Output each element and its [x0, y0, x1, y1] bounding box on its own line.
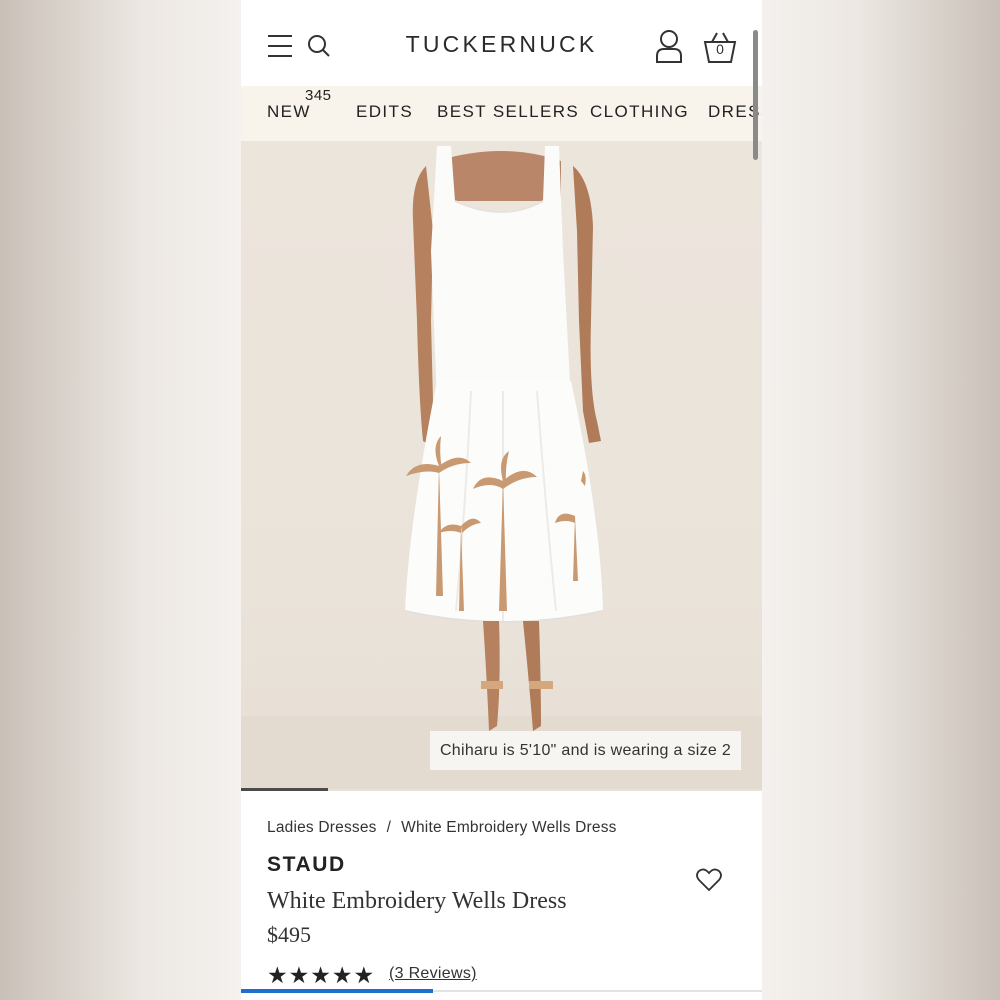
heart-icon[interactable]: [696, 868, 722, 892]
model-size-caption: Chiharu is 5'10" and is wearing a size 2: [430, 731, 741, 770]
nav-item-best-sellers[interactable]: BEST SELLERS: [437, 102, 579, 122]
nav-item-clothing[interactable]: CLOTHING: [590, 102, 689, 122]
product-photo: [241, 146, 762, 791]
product-page: TUCKERNUCK 0 NEW 345 EDITS BEST SELLERS …: [241, 0, 762, 1000]
scrollbar[interactable]: [753, 30, 758, 160]
product-name: White Embroidery Wells Dress: [267, 888, 567, 914]
site-logo[interactable]: TUCKERNUCK: [241, 31, 762, 58]
nav-item-label: CLOTHING: [590, 102, 690, 121]
site-header: TUCKERNUCK 0: [241, 0, 762, 86]
reviews-link[interactable]: (3 Reviews): [389, 965, 477, 983]
breadcrumb-separator: /: [386, 819, 392, 836]
nav-item-new[interactable]: NEW: [267, 102, 311, 122]
breadcrumb-item-ladies-dresses[interactable]: Ladies Dresses: [267, 819, 377, 837]
product-image-carousel[interactable]: Chiharu is 5'10" and is wearing a size 2: [241, 141, 762, 791]
nav-item-label: BEST SELLERS: [437, 102, 580, 121]
product-price: $495: [267, 922, 311, 947]
cart-count: 0: [716, 41, 724, 57]
carousel-progress: [241, 788, 328, 791]
account-icon[interactable]: [655, 29, 683, 63]
nav-item-label: EDITS: [356, 102, 414, 121]
product-brand[interactable]: STAUD: [267, 853, 346, 877]
nav-item-label: NEW: [267, 102, 311, 121]
breadcrumb-item-current: White Embroidery Wells Dress: [401, 819, 617, 836]
cart-button[interactable]: 0: [703, 30, 737, 64]
page-load-track: [433, 990, 762, 992]
category-nav: NEW 345 EDITS BEST SELLERS CLOTHING DRES…: [241, 86, 762, 141]
nav-item-edits[interactable]: EDITS: [356, 102, 413, 122]
rating-stars: ★★★★★: [267, 962, 376, 988]
page-load-progress: [241, 989, 433, 993]
breadcrumb: Ladies Dresses / White Embroidery Wells Dr…: [267, 819, 617, 837]
new-count-badge: 345: [305, 87, 332, 104]
